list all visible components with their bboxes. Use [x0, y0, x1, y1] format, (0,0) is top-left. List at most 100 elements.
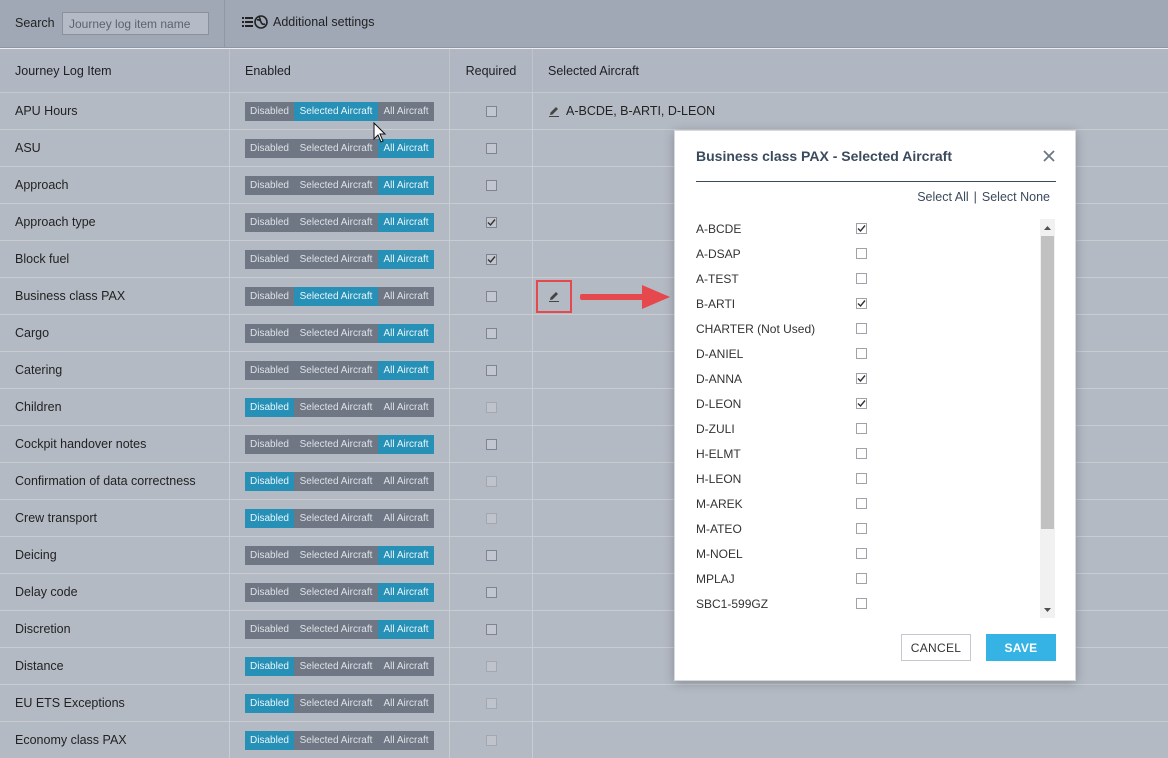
required-cell	[450, 315, 533, 351]
toggle-selected-aircraft-option[interactable]: Selected Aircraft	[294, 397, 378, 417]
toggle-all-aircraft-option[interactable]: All Aircraft	[378, 360, 434, 380]
toggle-disabled-option[interactable]: Disabled	[245, 582, 294, 602]
scroll-up-arrow-icon[interactable]	[1040, 219, 1055, 236]
toggle-selected-aircraft-option[interactable]: Selected Aircraft	[294, 693, 378, 713]
aircraft-checkbox[interactable]	[856, 398, 867, 409]
save-button[interactable]: SAVE	[986, 634, 1056, 661]
toggle-all-aircraft-option[interactable]: All Aircraft	[378, 656, 434, 676]
column-header-item[interactable]: Journey Log Item	[0, 49, 230, 92]
required-checkbox[interactable]	[485, 179, 497, 191]
toggle-selected-aircraft-option[interactable]: Selected Aircraft	[294, 730, 378, 750]
toggle-disabled-option[interactable]: Disabled	[245, 360, 294, 380]
toggle-all-aircraft-option[interactable]: All Aircraft	[378, 249, 434, 269]
required-checkbox[interactable]	[485, 438, 497, 450]
aircraft-checkbox[interactable]	[856, 473, 867, 484]
aircraft-checkbox[interactable]	[856, 598, 867, 609]
scroll-down-arrow-icon[interactable]	[1040, 601, 1055, 618]
toggle-disabled-option[interactable]: Disabled	[245, 545, 294, 565]
toggle-selected-aircraft-option[interactable]: Selected Aircraft	[294, 360, 378, 380]
aircraft-checkbox[interactable]	[856, 548, 867, 559]
toggle-all-aircraft-option[interactable]: All Aircraft	[378, 101, 434, 121]
toggle-selected-aircraft-option[interactable]: Selected Aircraft	[294, 101, 378, 121]
required-checkbox[interactable]	[485, 105, 497, 117]
required-checkbox[interactable]	[485, 142, 497, 154]
column-header-selected-aircraft[interactable]: Selected Aircraft	[533, 49, 1168, 92]
aircraft-checkbox[interactable]	[856, 423, 867, 434]
toggle-selected-aircraft-option[interactable]: Selected Aircraft	[294, 582, 378, 602]
aircraft-checkbox[interactable]	[856, 223, 867, 234]
toggle-all-aircraft-option[interactable]: All Aircraft	[378, 397, 434, 417]
toggle-disabled-option[interactable]: Disabled	[245, 249, 294, 269]
aircraft-checkbox[interactable]	[856, 573, 867, 584]
toggle-selected-aircraft-option[interactable]: Selected Aircraft	[294, 619, 378, 639]
required-checkbox[interactable]	[485, 216, 497, 228]
close-icon[interactable]	[1042, 149, 1056, 163]
select-all-link[interactable]: Select All	[917, 190, 968, 204]
toggle-selected-aircraft-option[interactable]: Selected Aircraft	[294, 656, 378, 676]
pencil-edit-icon[interactable]	[548, 105, 560, 117]
required-checkbox[interactable]	[485, 327, 497, 339]
additional-settings-button[interactable]: Additional settings	[242, 13, 374, 31]
search-input[interactable]	[62, 12, 209, 35]
toggle-disabled-option[interactable]: Disabled	[245, 656, 294, 676]
toggle-all-aircraft-option[interactable]: All Aircraft	[378, 619, 434, 639]
toggle-selected-aircraft-option[interactable]: Selected Aircraft	[294, 434, 378, 454]
toggle-all-aircraft-option[interactable]: All Aircraft	[378, 508, 434, 528]
toggle-disabled-option[interactable]: Disabled	[245, 323, 294, 343]
toggle-all-aircraft-option[interactable]: All Aircraft	[378, 286, 434, 306]
select-none-link[interactable]: Select None	[982, 190, 1050, 204]
toggle-disabled-option[interactable]: Disabled	[245, 286, 294, 306]
aircraft-checkbox[interactable]	[856, 348, 867, 359]
required-checkbox[interactable]	[485, 586, 497, 598]
aircraft-checkbox[interactable]	[856, 448, 867, 459]
column-header-enabled[interactable]: Enabled	[230, 49, 450, 92]
pencil-edit-icon[interactable]	[536, 279, 572, 313]
required-checkbox[interactable]	[485, 253, 497, 265]
toggle-all-aircraft-option[interactable]: All Aircraft	[378, 582, 434, 602]
list-scrollbar[interactable]	[1040, 219, 1055, 618]
aircraft-checkbox[interactable]	[856, 373, 867, 384]
toggle-selected-aircraft-option[interactable]: Selected Aircraft	[294, 323, 378, 343]
toggle-selected-aircraft-option[interactable]: Selected Aircraft	[294, 545, 378, 565]
toggle-selected-aircraft-option[interactable]: Selected Aircraft	[294, 212, 378, 232]
toggle-disabled-option[interactable]: Disabled	[245, 138, 294, 158]
aircraft-checkbox[interactable]	[856, 248, 867, 259]
toggle-disabled-option[interactable]: Disabled	[245, 101, 294, 121]
toggle-all-aircraft-option[interactable]: All Aircraft	[378, 212, 434, 232]
toggle-disabled-option[interactable]: Disabled	[245, 730, 294, 750]
toggle-disabled-option[interactable]: Disabled	[245, 175, 294, 195]
toggle-all-aircraft-option[interactable]: All Aircraft	[378, 471, 434, 491]
toggle-disabled-option[interactable]: Disabled	[245, 471, 294, 491]
toggle-disabled-option[interactable]: Disabled	[245, 693, 294, 713]
aircraft-checkbox[interactable]	[856, 298, 867, 309]
toggle-all-aircraft-option[interactable]: All Aircraft	[378, 175, 434, 195]
required-checkbox[interactable]	[485, 364, 497, 376]
aircraft-checkbox[interactable]	[856, 498, 867, 509]
required-checkbox[interactable]	[485, 290, 497, 302]
toggle-selected-aircraft-option[interactable]: Selected Aircraft	[294, 138, 378, 158]
required-checkbox[interactable]	[485, 623, 497, 635]
toggle-disabled-option[interactable]: Disabled	[245, 212, 294, 232]
aircraft-checkbox[interactable]	[856, 323, 867, 334]
toggle-all-aircraft-option[interactable]: All Aircraft	[378, 693, 434, 713]
required-checkbox[interactable]	[485, 549, 497, 561]
column-header-required[interactable]: Required	[450, 49, 533, 92]
toggle-selected-aircraft-option[interactable]: Selected Aircraft	[294, 175, 378, 195]
toggle-disabled-option[interactable]: Disabled	[245, 619, 294, 639]
toggle-all-aircraft-option[interactable]: All Aircraft	[378, 545, 434, 565]
toggle-all-aircraft-option[interactable]: All Aircraft	[378, 434, 434, 454]
toggle-all-aircraft-option[interactable]: All Aircraft	[378, 730, 434, 750]
scrollbar-thumb[interactable]	[1041, 236, 1054, 529]
toggle-selected-aircraft-option[interactable]: Selected Aircraft	[294, 286, 378, 306]
toggle-selected-aircraft-option[interactable]: Selected Aircraft	[294, 249, 378, 269]
toggle-selected-aircraft-option[interactable]: Selected Aircraft	[294, 471, 378, 491]
toggle-selected-aircraft-option[interactable]: Selected Aircraft	[294, 508, 378, 528]
list-globe-icon	[242, 13, 269, 31]
toggle-disabled-option[interactable]: Disabled	[245, 397, 294, 417]
toggle-disabled-option[interactable]: Disabled	[245, 434, 294, 454]
toggle-disabled-option[interactable]: Disabled	[245, 508, 294, 528]
cancel-button[interactable]: CANCEL	[901, 634, 971, 661]
aircraft-checkbox[interactable]	[856, 523, 867, 534]
aircraft-checkbox[interactable]	[856, 273, 867, 284]
toggle-all-aircraft-option[interactable]: All Aircraft	[378, 323, 434, 343]
